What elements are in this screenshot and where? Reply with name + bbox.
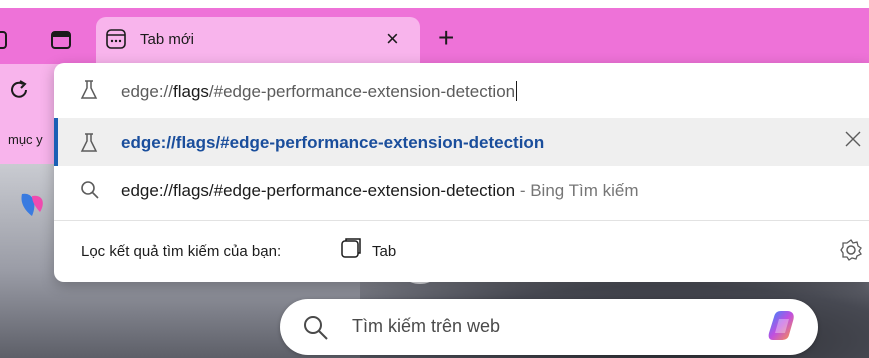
new-tab-page-icon [106, 29, 126, 49]
tab-title: Tab mới [140, 31, 195, 48]
text-caret [516, 81, 518, 101]
suggestion-text: edge://flags/#edge-performance-extension… [121, 181, 516, 200]
watermark-logo-icon [396, 236, 444, 284]
tab-filter-button[interactable]: Tab [372, 243, 396, 260]
copilot-icon[interactable] [765, 307, 801, 343]
tab-filter-icon[interactable] [340, 238, 362, 260]
filter-label: Lọc kết quả tìm kiếm của bạn: [81, 243, 282, 260]
address-scheme: edge:// [121, 82, 173, 101]
divider [54, 220, 869, 221]
flask-icon [80, 133, 98, 152]
suggestion-text: edge://flags/#edge-performance-extension… [121, 133, 545, 152]
address-path: /#edge-performance-extension-detection [208, 82, 516, 101]
window-top-edge [0, 0, 869, 8]
web-search-input[interactable]: Tìm kiếm trên web [352, 316, 500, 337]
new-tab-button[interactable]: + [438, 24, 454, 52]
flask-icon [80, 80, 98, 99]
vertical-tabs-icon[interactable] [51, 31, 71, 49]
favorites-item[interactable]: mục y [8, 132, 43, 147]
suggestion-source: - Bing Tìm kiếm [515, 181, 639, 200]
remove-suggestion-icon[interactable] [843, 129, 863, 149]
search-icon [304, 316, 328, 340]
refresh-icon[interactable] [8, 79, 30, 101]
tab-actions-icon[interactable] [0, 31, 8, 49]
selection-indicator [54, 118, 58, 166]
tab-close-button[interactable]: × [386, 28, 399, 50]
gear-icon[interactable] [839, 238, 863, 262]
search-icon [81, 181, 99, 199]
address-input[interactable]: edge://flags/#edge-performance-extension… [121, 81, 518, 102]
edge-logo-icon [21, 193, 43, 216]
suggestion-item[interactable]: edge://flags/#edge-performance-extension… [121, 181, 639, 201]
address-host: flags [173, 82, 209, 101]
watermark: uantrimang [440, 238, 621, 276]
